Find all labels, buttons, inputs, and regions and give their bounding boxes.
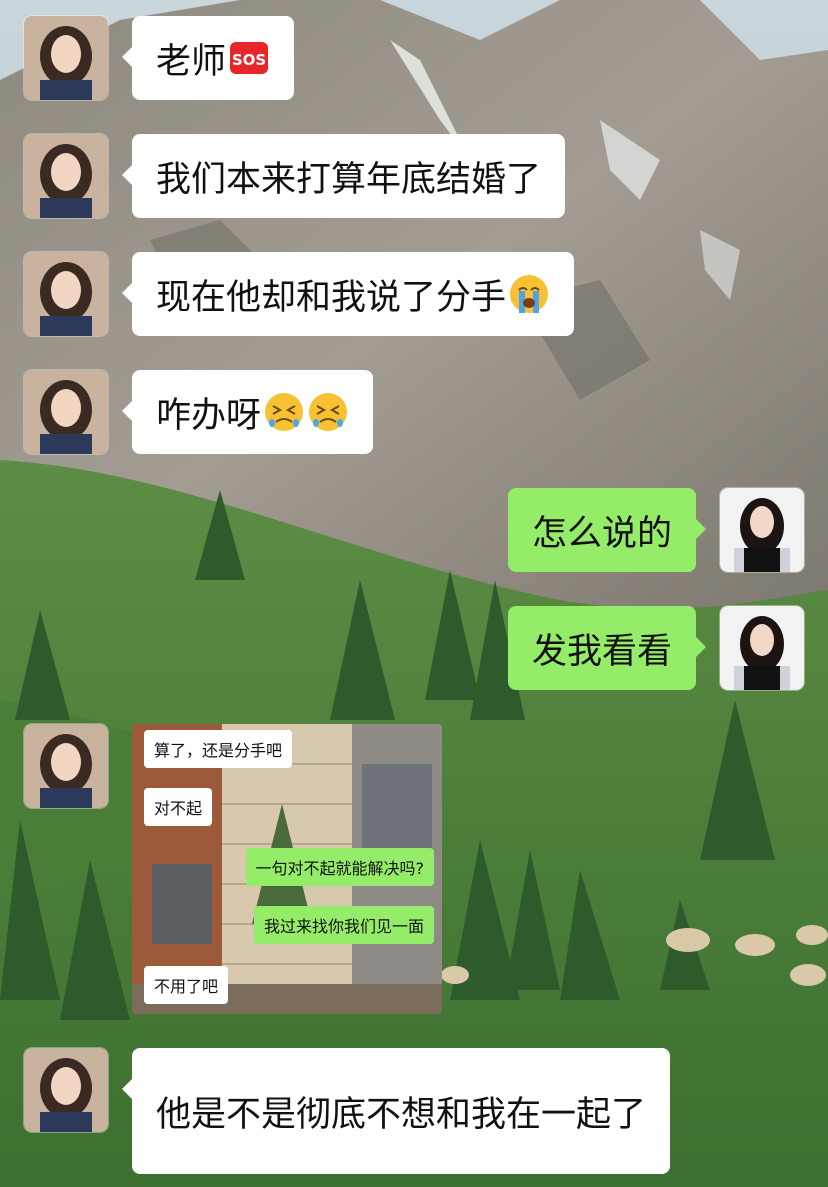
message-bubble-incoming[interactable]: 咋办呀 (121, 370, 374, 454)
contact-avatar[interactable] (24, 134, 108, 218)
message-bubble-outgoing[interactable]: 怎么说的 (507, 488, 707, 572)
contact-avatar[interactable] (24, 252, 108, 336)
chat-screenshot-image[interactable]: 算了，还是分手吧 对不起 一句对不起就能解决吗? 我过来找你我们见一面 不用了吧 (132, 724, 442, 1014)
tired-face-icon (307, 391, 349, 433)
message-text: 他是不是彻底不想和我在一起了 (156, 1094, 647, 1135)
message-text: 怎么说的 (531, 513, 672, 554)
message-text: 老师 (156, 41, 227, 82)
message-bubble-incoming[interactable]: 现在他却和我说了分手 (121, 252, 575, 336)
message-text: 现在他却和我说了分手 (156, 277, 507, 318)
screenshot-message-text: 一句对不起就能解决吗? (255, 859, 425, 878)
message-bubble-incoming[interactable]: 老师 SOS (121, 16, 295, 100)
contact-avatar[interactable] (24, 1048, 108, 1132)
screenshot-message-text: 我过来找你我们见一面 (263, 917, 424, 936)
loudly-crying-face-icon (508, 273, 550, 315)
screenshot-message-text: 不用了吧 (154, 977, 219, 996)
message-bubble-incoming[interactable]: 我们本来打算年底结婚了 (121, 134, 566, 218)
screenshot-message-text: 算了，还是分手吧 (154, 741, 283, 760)
contact-avatar[interactable] (24, 370, 108, 454)
screenshot-message-outgoing: 一句对不起就能解决吗? (245, 848, 434, 886)
screenshot-message-outgoing: 我过来找你我们见一面 (253, 906, 434, 944)
message-text: 我们本来打算年底结婚了 (156, 159, 542, 200)
screenshot-message-incoming: 算了，还是分手吧 (144, 730, 293, 768)
contact-avatar[interactable] (24, 724, 108, 808)
contact-avatar[interactable] (24, 16, 108, 100)
screenshot-message-incoming: 不用了吧 (144, 966, 229, 1004)
message-text: 咋办呀 (156, 395, 262, 436)
sos-icon: SOS (228, 37, 270, 79)
my-avatar[interactable] (720, 488, 804, 572)
message-text: 发我看看 (531, 631, 672, 672)
svg-text:SOS: SOS (232, 51, 266, 69)
message-bubble-incoming[interactable]: 他是不是彻底不想和我在一起了 (121, 1048, 671, 1174)
tired-face-icon (263, 391, 305, 433)
screenshot-message-incoming: 对不起 (144, 788, 213, 826)
my-avatar[interactable] (720, 606, 804, 690)
message-bubble-outgoing[interactable]: 发我看看 (507, 606, 707, 690)
screenshot-message-text: 对不起 (154, 799, 203, 818)
